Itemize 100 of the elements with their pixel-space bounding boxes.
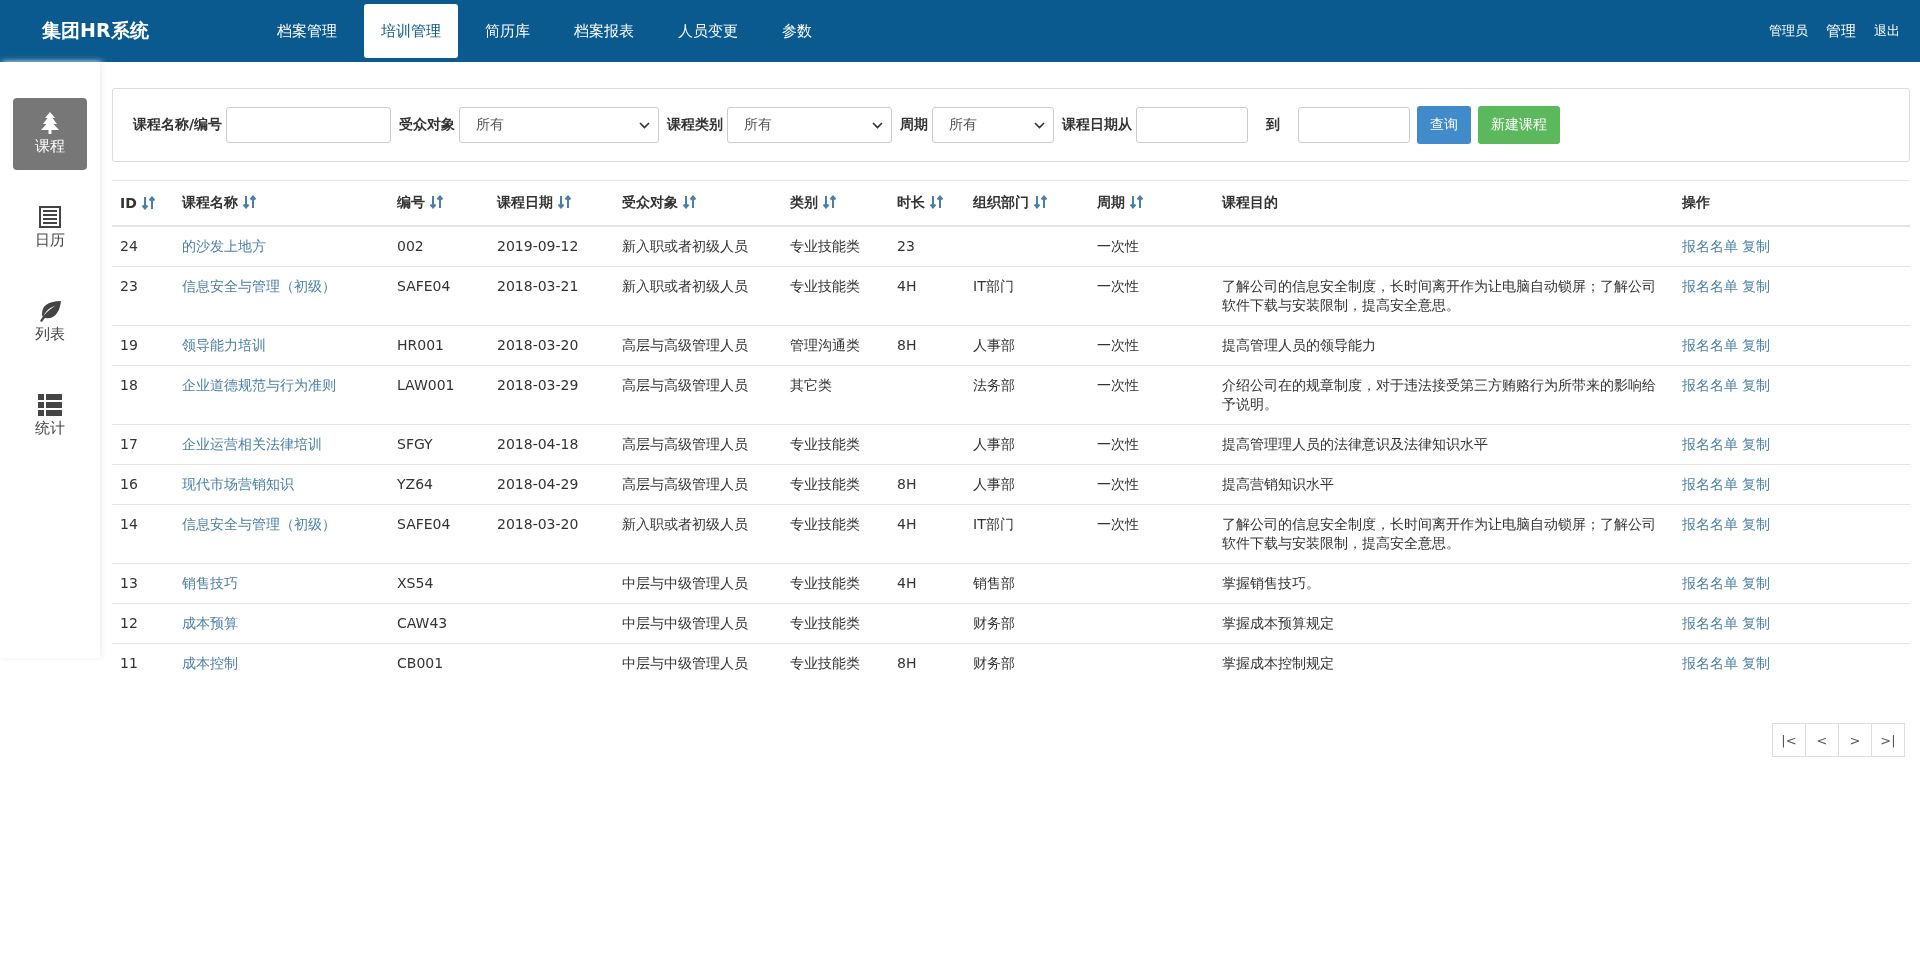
filter-select[interactable]: 所有 xyxy=(459,107,660,143)
course-link[interactable]: 企业道德规范与行为准则 xyxy=(182,377,336,393)
sidebar-item[interactable]: 统计 xyxy=(13,380,87,452)
action-link[interactable]: 报名名单 xyxy=(1682,238,1738,254)
sidebar-item[interactable]: 列表 xyxy=(13,286,87,358)
table-cell: 002 xyxy=(397,238,424,254)
nav-tab[interactable]: 档案管理 xyxy=(260,4,354,58)
nav-tab[interactable]: 参数 xyxy=(765,4,829,58)
pagination-button[interactable]: > xyxy=(1838,723,1872,757)
table-cell: 12 xyxy=(120,615,138,631)
search-button[interactable]: 查询 xyxy=(1417,106,1472,144)
action-link[interactable]: 报名名单 xyxy=(1682,337,1738,353)
filter-select[interactable]: 所有 xyxy=(932,107,1055,143)
column-header: 时长 xyxy=(897,194,925,210)
table-cell: 专业技能类 xyxy=(790,278,860,294)
sort-icon[interactable] xyxy=(243,195,256,209)
action-link[interactable]: 报名名单 xyxy=(1682,476,1738,492)
filter-label: 课程类别 xyxy=(667,116,724,134)
action-link[interactable]: 报名名单 xyxy=(1682,575,1738,591)
action-link[interactable]: 报名名单 xyxy=(1682,436,1738,452)
app-title: 集团HR系统 xyxy=(41,18,150,43)
action-link[interactable]: 复制 xyxy=(1742,615,1771,631)
header-link[interactable]: 退出 xyxy=(1874,22,1900,40)
table-cell: IT部门 xyxy=(973,516,1014,532)
action-link[interactable]: 报名名单 xyxy=(1682,516,1738,532)
table-cell: 一次性 xyxy=(1097,377,1139,393)
sort-icon[interactable] xyxy=(558,195,571,209)
table-cell: 2018-03-20 xyxy=(497,516,579,532)
action-link[interactable]: 复制 xyxy=(1742,516,1771,532)
table-cell: YZ64 xyxy=(397,476,433,492)
table-cell: 4H xyxy=(897,575,917,591)
pagination-button[interactable]: >| xyxy=(1871,723,1905,757)
course-link[interactable]: 的沙发上地方 xyxy=(182,238,266,254)
course-link[interactable]: 成本预算 xyxy=(182,615,238,631)
table-cell: SAFE04 xyxy=(397,278,451,294)
create-button[interactable]: 新建课程 xyxy=(1478,106,1561,144)
table-cell: 23 xyxy=(120,278,138,294)
sort-icon[interactable] xyxy=(430,195,443,209)
course-link[interactable]: 销售技巧 xyxy=(182,575,238,591)
sidebar-item[interactable]: 课程 xyxy=(13,98,87,170)
filter-label: 周期 xyxy=(900,116,929,134)
course-link[interactable]: 信息安全与管理（初级） xyxy=(182,278,336,294)
column-header: 周期 xyxy=(1097,194,1125,210)
pagination-button[interactable]: < xyxy=(1805,723,1839,757)
filter-input[interactable] xyxy=(1136,107,1249,143)
table-cell: 2019-09-12 xyxy=(497,238,579,254)
filter-select[interactable]: 所有 xyxy=(727,107,893,143)
table-cell: 高层与高级管理人员 xyxy=(622,377,748,393)
action-link[interactable]: 复制 xyxy=(1742,575,1771,591)
course-link[interactable]: 信息安全与管理（初级） xyxy=(182,516,336,532)
action-link[interactable]: 复制 xyxy=(1742,436,1771,452)
sort-icon[interactable] xyxy=(141,196,155,210)
sort-icon[interactable] xyxy=(1130,195,1143,209)
filter-label: 课程日期从 xyxy=(1062,116,1133,134)
table-cell: 高层与高级管理人员 xyxy=(622,337,748,353)
caret-icon xyxy=(639,121,651,129)
pagination-button[interactable]: |< xyxy=(1772,723,1806,757)
table-cell: 高层与高级管理人员 xyxy=(622,436,748,452)
tree-icon xyxy=(40,112,60,134)
filter-input[interactable] xyxy=(226,107,392,143)
table-cell: 提高管理理人员的法律意识及法律知识水平 xyxy=(1222,436,1488,452)
nav-tab[interactable]: 培训管理 xyxy=(364,4,458,58)
nav-tab[interactable]: 简历库 xyxy=(468,4,547,58)
action-link[interactable]: 报名名单 xyxy=(1682,615,1738,631)
sort-icon[interactable] xyxy=(1034,195,1047,209)
table-cell: 掌握成本控制规定 xyxy=(1222,655,1334,671)
table-cell: 一次性 xyxy=(1097,516,1139,532)
action-link[interactable]: 报名名单 xyxy=(1682,377,1738,393)
column-header: 操作 xyxy=(1682,194,1710,210)
action-link[interactable]: 复制 xyxy=(1742,377,1771,393)
sort-icon[interactable] xyxy=(823,195,836,209)
course-link[interactable]: 现代市场营销知识 xyxy=(182,476,294,492)
table-cell: 一次性 xyxy=(1097,278,1139,294)
table-cell: 2018-04-29 xyxy=(497,476,579,492)
course-link[interactable]: 成本控制 xyxy=(182,655,238,671)
column-header: 组织部门 xyxy=(973,194,1029,210)
header-link[interactable]: 管理员 xyxy=(1769,22,1808,40)
column-header: 编号 xyxy=(397,194,425,210)
table-cell: 8H xyxy=(897,476,917,492)
nav-tab[interactable]: 人员变更 xyxy=(661,4,755,58)
filter-input[interactable] xyxy=(1298,107,1411,143)
action-link[interactable]: 复制 xyxy=(1742,655,1771,671)
column-header: 课程目的 xyxy=(1222,194,1278,210)
table-cell: 2018-03-20 xyxy=(497,337,579,353)
action-link[interactable]: 报名名单 xyxy=(1682,278,1738,294)
action-link[interactable]: 复制 xyxy=(1742,278,1771,294)
sidebar-item[interactable]: 日历 xyxy=(13,192,87,264)
action-link[interactable]: 复制 xyxy=(1742,337,1771,353)
table-cell: 介绍公司在的规章制度，对于违法接受第三方贿赂行为所带来的影响给予说明。 xyxy=(1222,377,1656,412)
action-link[interactable]: 报名名单 xyxy=(1682,655,1738,671)
action-link[interactable]: 复制 xyxy=(1742,238,1771,254)
column-header: ID xyxy=(120,195,137,211)
course-link[interactable]: 企业运营相关法律培训 xyxy=(182,436,322,452)
course-link[interactable]: 领导能力培训 xyxy=(182,337,266,353)
sort-icon[interactable] xyxy=(930,195,943,209)
table-cell: 8H xyxy=(897,655,917,671)
action-link[interactable]: 复制 xyxy=(1742,476,1771,492)
sort-icon[interactable] xyxy=(683,195,696,209)
nav-tab[interactable]: 档案报表 xyxy=(557,4,651,58)
header-link[interactable]: 管理 xyxy=(1826,21,1856,41)
